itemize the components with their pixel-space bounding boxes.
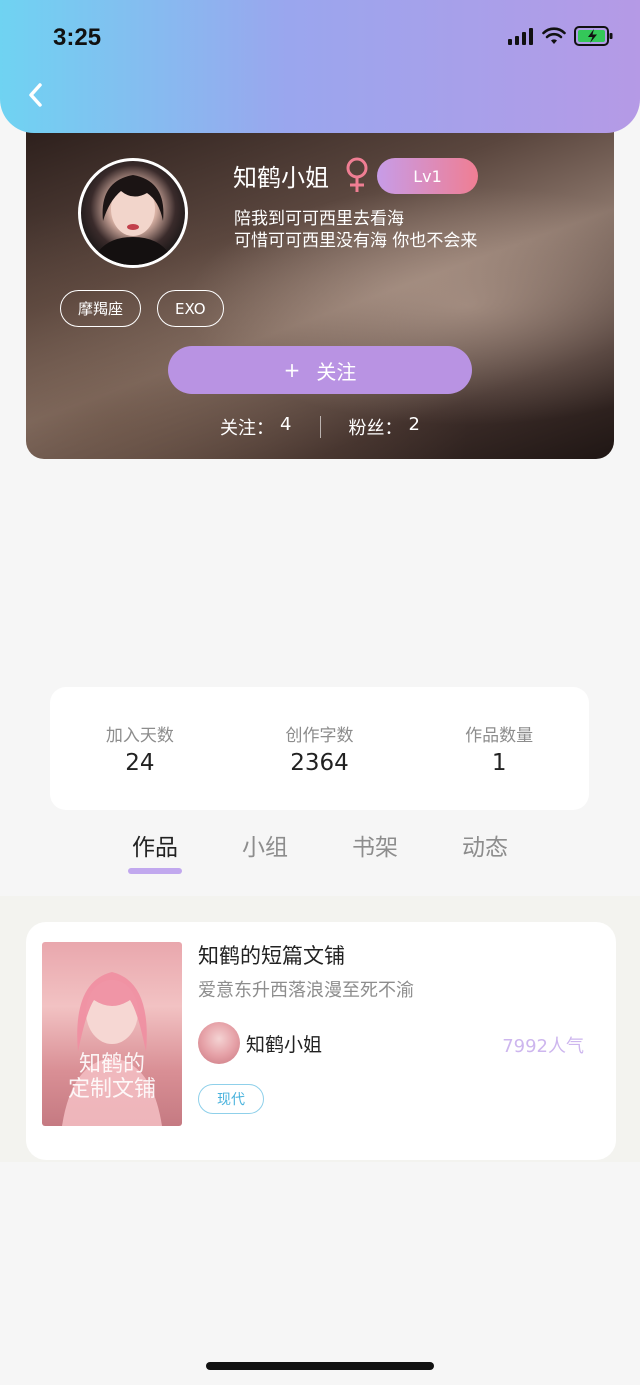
back-button[interactable] [20,80,50,110]
fans-label: 粉丝： [348,418,403,439]
header-bar: 3:25 [0,0,640,133]
bio-line: 陪我到可可西里去看海 [234,209,404,229]
plus-icon: + [283,358,301,382]
tab-label: 作品 [132,835,178,861]
profile-card: 知鹤小姐 Lv1 陪我到可可西里去看海 可惜可可西里没有海 你也不会来 摩羯座 … [26,118,614,459]
cellular-signal-icon [508,28,533,45]
follow-counts: 关注： 4 粉丝： 2 [26,414,614,440]
status-icons [508,26,614,46]
divider [319,416,321,438]
works-list: 知鹤的 定制文铺 知鹤的短篇文铺 爱意东升西落浪漫至死不渝 知鹤小姐 7992人… [0,896,640,1162]
work-card[interactable]: 知鹤的 定制文铺 知鹤的短篇文铺 爱意东升西落浪漫至死不渝 知鹤小姐 7992人… [26,922,616,1160]
profile-tabs: 作品 小组 书架 动态 [100,828,540,896]
home-indicator [206,1362,434,1370]
stats-panel: 加入天数 24 创作字数 2364 作品数量 1 [50,687,589,810]
fans-count[interactable]: 粉丝： 2 [349,414,420,440]
following-value: 4 [280,414,292,435]
avatar[interactable] [78,158,188,268]
cover-title: 知鹤的 定制文铺 [42,1052,182,1102]
work-description: 爱意东升西落浪漫至死不渝 [198,980,414,1001]
following-label: 关注： [220,418,275,439]
chevron-left-icon [29,83,42,107]
genre-tag[interactable]: 现代 [198,1084,264,1114]
tab-label: 小组 [242,835,288,861]
tab-bookshelf[interactable]: 书架 [320,828,430,896]
tab-works[interactable]: 作品 [100,828,210,896]
stat-label: 创作字数 [285,726,354,746]
username: 知鹤小姐 [233,164,329,192]
stat-label: 加入天数 [105,726,174,746]
follow-button[interactable]: + 关注 [168,346,472,394]
profile-tags: 摩羯座 EXO [60,290,224,327]
bio: 陪我到可可西里去看海 可惜可可西里没有海 你也不会来 [234,208,477,252]
following-count[interactable]: 关注： 4 [220,414,291,440]
tab-label: 动态 [462,835,508,861]
cover-title-line: 定制文铺 [67,1077,156,1102]
battery-charging-icon [574,26,613,46]
tab-label: 书架 [352,835,398,861]
popularity: 7992人气 [502,1036,584,1057]
status-time: 3:25 [53,24,102,51]
cover-title-line: 知鹤的 [78,1052,145,1077]
book-cover[interactable]: 知鹤的 定制文铺 [42,942,182,1126]
tag-zodiac[interactable]: 摩羯座 [60,290,142,327]
tab-activity[interactable]: 动态 [430,828,540,896]
author-avatar[interactable] [198,1022,240,1064]
female-icon [346,157,368,192]
level-badge: Lv1 [377,158,478,194]
tab-groups[interactable]: 小组 [210,828,320,896]
tab-active-indicator [128,868,182,874]
fans-value: 2 [408,414,420,435]
tag-fandom[interactable]: EXO [157,290,224,327]
author-name[interactable]: 知鹤小姐 [246,1030,322,1057]
stat-join-days: 加入天数 24 [70,721,210,776]
stat-value: 24 [125,750,155,776]
stat-word-count: 创作字数 2364 [249,721,389,776]
stat-value: 2364 [290,750,349,776]
avatar-portrait [91,175,175,265]
follow-label: 关注 [316,359,357,384]
stat-works-count: 作品数量 1 [429,721,569,776]
bio-line: 可惜可可西里没有海 你也不会来 [234,231,478,251]
work-title[interactable]: 知鹤的短篇文铺 [198,940,345,970]
stat-value: 1 [491,750,507,776]
stat-label: 作品数量 [465,726,534,746]
wifi-icon [542,27,566,44]
